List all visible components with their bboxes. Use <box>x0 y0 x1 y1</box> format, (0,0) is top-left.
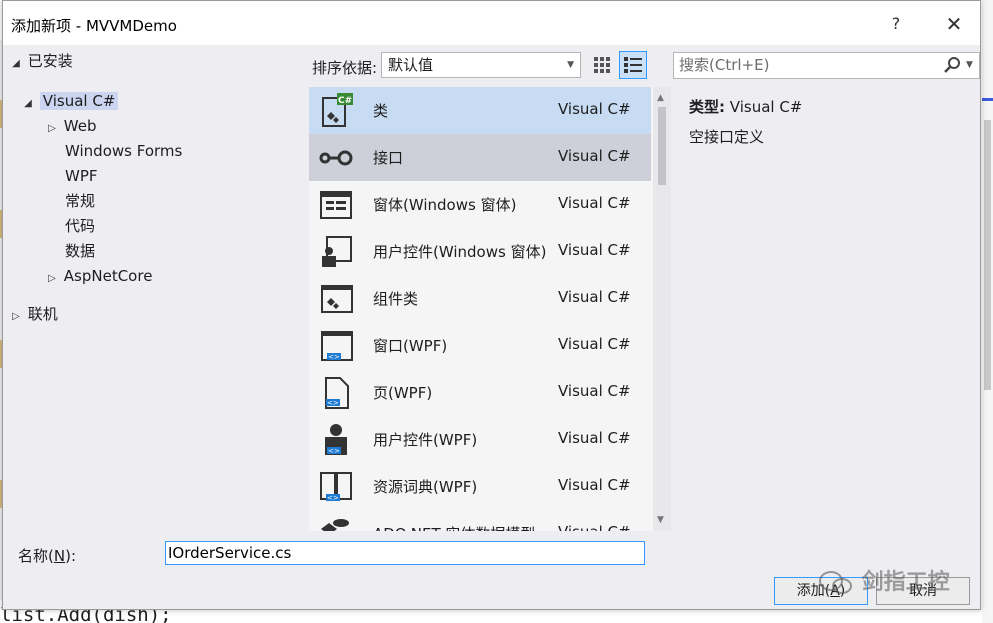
collapsed-triangle-icon[interactable]: ▷ <box>9 306 23 328</box>
tree-item-windows-forms[interactable]: Windows Forms <box>65 140 182 162</box>
form-icon <box>317 186 355 224</box>
template-language: Visual C# <box>558 382 631 400</box>
scroll-thumb[interactable] <box>658 107 666 185</box>
scroll-down-icon[interactable]: ▼ <box>657 515 664 525</box>
sort-dropdown[interactable]: 默认值 ▼ <box>381 52 581 78</box>
list-item[interactable]: <> 窗口(WPF) Visual C# <box>309 322 651 369</box>
wpf-page-icon: <> <box>317 374 355 412</box>
list-view-icon[interactable] <box>619 51 647 79</box>
add-new-item-dialog: 添加新项 - MVVMDemo ? ✕ ◢ 已安装 ◢ Visual C# ▷ … <box>2 0 981 610</box>
template-language: Visual C# <box>558 288 631 306</box>
svg-text:<>: <> <box>327 399 339 407</box>
tree-item-label: Visual C# <box>39 92 119 110</box>
template-list-scrollbar[interactable]: ▲ ▼ <box>653 87 671 531</box>
tree-item-online[interactable]: ▷ 联机 <box>9 303 58 325</box>
template-language: Visual C# <box>558 335 631 353</box>
template-name: 窗体(Windows 窗体) <box>373 196 517 214</box>
list-item[interactable]: 用户控件(Windows 窗体) Visual C# <box>309 228 651 275</box>
template-language: Visual C# <box>558 523 631 531</box>
search-input[interactable]: 搜索(Ctrl+E) <box>673 52 980 79</box>
scroll-up-icon[interactable]: ▲ <box>657 93 664 103</box>
dropdown-arrow-icon: ▼ <box>567 60 574 70</box>
description-type: 类型: Visual C# <box>689 96 802 117</box>
template-language: Visual C# <box>558 147 631 165</box>
wpf-window-icon: <> <box>317 327 355 365</box>
svg-text:C#: C# <box>338 96 352 106</box>
wechat-logo-icon <box>818 570 854 596</box>
svg-text:<>: <> <box>328 353 340 361</box>
list-item[interactable]: 接口 Visual C# <box>309 134 651 181</box>
description-text: 空接口定义 <box>689 128 765 146</box>
collapsed-triangle-icon[interactable]: ▷ <box>45 118 59 140</box>
tree-item-web[interactable]: ▷ Web <box>45 115 96 137</box>
search-options-arrow-icon[interactable]: ▼ <box>966 60 973 70</box>
editor-right-scrollbar[interactable] <box>982 0 993 623</box>
tree-item-data[interactable]: 数据 <box>65 240 95 262</box>
list-item[interactable]: <> 页(WPF) Visual C# <box>309 369 651 416</box>
description-type-value: Visual C# <box>729 98 803 116</box>
svg-text:<>: <> <box>327 494 339 502</box>
template-name: 资源词典(WPF) <box>373 478 478 496</box>
list-item[interactable]: 组件类 Visual C# <box>309 275 651 322</box>
sort-value: 默认值 <box>388 56 434 74</box>
sort-label: 排序依据: <box>312 59 378 77</box>
resource-dictionary-icon: <> <box>317 468 355 506</box>
template-category-tree: ◢ 已安装 ◢ Visual C# ▷ Web Windows Forms WP… <box>3 45 303 535</box>
list-item[interactable]: ADO.NET 实体数据模型 Visual C# <box>309 510 651 531</box>
template-name: 类 <box>373 102 389 120</box>
list-item[interactable]: <> 资源词典(WPF) Visual C# <box>309 463 651 510</box>
template-list: C# 类 Visual C# 接口 Visual C# 窗体(Windows 窗… <box>309 87 655 531</box>
template-language: Visual C# <box>558 429 631 447</box>
list-item[interactable]: 窗体(Windows 窗体) Visual C# <box>309 181 651 228</box>
template-language: Visual C# <box>558 476 631 494</box>
template-name: 页(WPF) <box>373 384 433 402</box>
tree-item-general[interactable]: 常规 <box>65 190 95 212</box>
tree-item-installed[interactable]: ◢ 已安装 <box>9 50 73 72</box>
template-language: Visual C# <box>558 100 631 118</box>
description-type-label: 类型: <box>689 98 725 116</box>
template-language: Visual C# <box>558 241 631 259</box>
grid-view-icon[interactable] <box>591 53 613 77</box>
template-name: 窗口(WPF) <box>373 337 448 355</box>
name-label: 名称(N): <box>18 547 76 565</box>
list-item[interactable]: <> 用户控件(WPF) Visual C# <box>309 416 651 463</box>
dialog-title: 添加新项 - MVVMDemo <box>11 17 177 35</box>
user-control-icon <box>317 233 355 271</box>
expanded-triangle-icon[interactable]: ◢ <box>21 93 35 115</box>
component-class-icon <box>317 280 355 318</box>
template-language: Visual C# <box>558 194 631 212</box>
search-icon[interactable] <box>943 55 963 75</box>
editor-caret-marker <box>982 98 993 101</box>
watermark: 剑指工控 <box>818 564 950 596</box>
tree-item-code[interactable]: 代码 <box>65 215 95 237</box>
template-name: 接口 <box>373 149 404 167</box>
name-input[interactable]: IOrderService.cs <box>165 541 645 565</box>
interface-icon <box>317 139 355 177</box>
list-item[interactable]: C# 类 Visual C# <box>309 87 651 134</box>
template-name: 用户控件(Windows 窗体) <box>373 243 547 261</box>
dialog-titlebar: 添加新项 - MVVMDemo ? ✕ <box>3 1 980 45</box>
template-name: ADO.NET 实体数据模型 <box>373 523 535 531</box>
help-button[interactable]: ? <box>881 11 911 37</box>
expanded-triangle-icon[interactable]: ◢ <box>9 53 23 75</box>
collapsed-triangle-icon[interactable]: ▷ <box>45 268 59 290</box>
wpf-user-control-icon: <> <box>317 421 355 459</box>
tree-item-aspnetcore[interactable]: ▷ AspNetCore <box>45 265 152 287</box>
tree-item-wpf[interactable]: WPF <box>65 165 98 187</box>
editor-scroll-thumb[interactable] <box>984 120 991 390</box>
tree-item-visual-csharp[interactable]: ◢ Visual C# <box>21 90 119 115</box>
close-button[interactable]: ✕ <box>939 11 969 37</box>
class-icon: C# <box>317 92 355 130</box>
ado-net-icon <box>317 515 355 531</box>
template-name: 用户控件(WPF) <box>373 431 478 449</box>
template-name: 组件类 <box>373 290 419 308</box>
svg-text:<>: <> <box>328 447 340 455</box>
